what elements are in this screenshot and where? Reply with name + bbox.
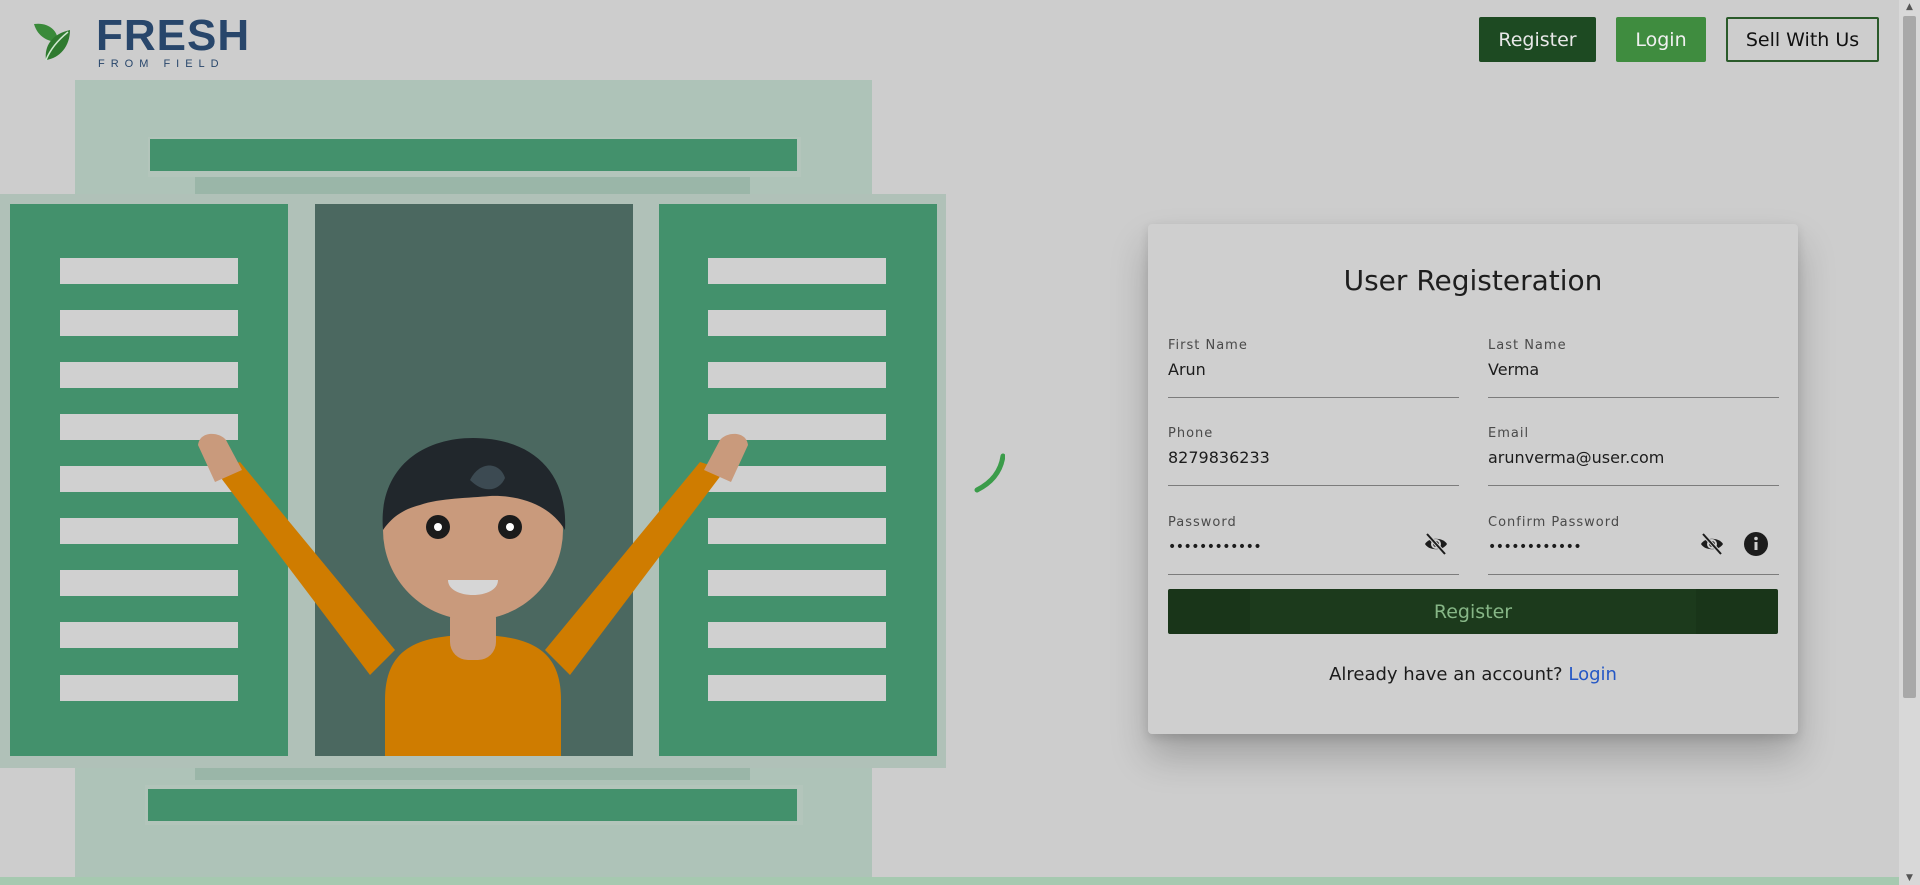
email-field[interactable]: Email arunverma@user.com bbox=[1488, 426, 1779, 486]
nav-register-button[interactable]: Register bbox=[1479, 17, 1596, 62]
bottom-strip bbox=[0, 877, 1899, 885]
form-title: User Registeration bbox=[1343, 264, 1603, 297]
last-name-label: Last Name bbox=[1488, 338, 1567, 353]
scrollbar-thumb[interactable] bbox=[1903, 16, 1916, 698]
brand-logo[interactable]: FRESH FROM FIELD bbox=[28, 14, 249, 70]
phone-input[interactable]: 8279836233 bbox=[1168, 448, 1270, 467]
nav-login-button[interactable]: Login bbox=[1616, 17, 1706, 62]
register-submit-label: Register bbox=[1433, 600, 1513, 623]
window-illustration bbox=[0, 80, 946, 885]
loading-spinner-icon bbox=[974, 453, 1005, 493]
email-input[interactable]: arunverma@user.com bbox=[1488, 448, 1664, 467]
leaf-icon bbox=[34, 23, 70, 61]
brand-name: FRESH bbox=[96, 11, 251, 60]
first-name-input[interactable]: Arun bbox=[1168, 360, 1206, 379]
nav-sell-button[interactable]: Sell With Us bbox=[1726, 17, 1879, 62]
password-field[interactable]: Password •••••••••••• bbox=[1168, 515, 1459, 575]
phone-field[interactable]: Phone 8279836233 bbox=[1168, 426, 1459, 486]
password-underline bbox=[1168, 574, 1459, 575]
email-underline bbox=[1488, 485, 1779, 486]
first-name-field[interactable]: First Name Arun bbox=[1168, 338, 1459, 398]
phone-label: Phone bbox=[1168, 426, 1214, 441]
login-prompt: Already have an account? Login bbox=[1148, 664, 1798, 685]
password-label: Password bbox=[1168, 515, 1237, 530]
phone-underline bbox=[1168, 485, 1459, 486]
brand-tagline: FROM FIELD bbox=[98, 58, 225, 70]
registration-card: User Registeration First Name Arun Last … bbox=[1148, 224, 1798, 734]
scroll-down-icon[interactable]: ▼ bbox=[1899, 871, 1920, 885]
password-input[interactable]: •••••••••••• bbox=[1168, 539, 1262, 555]
last-name-input[interactable]: Verma bbox=[1488, 360, 1539, 379]
last-name-underline bbox=[1488, 397, 1779, 398]
scroll-up-icon[interactable]: ▲ bbox=[1899, 0, 1920, 14]
first-name-label: First Name bbox=[1168, 338, 1248, 353]
login-link[interactable]: Login bbox=[1568, 664, 1617, 685]
register-submit-button[interactable]: Register bbox=[1168, 589, 1778, 634]
confirm-password-label: Confirm Password bbox=[1488, 515, 1621, 530]
last-name-field[interactable]: Last Name Verma bbox=[1488, 338, 1779, 398]
info-icon[interactable] bbox=[1743, 531, 1769, 557]
confirm-password-underline bbox=[1488, 574, 1779, 575]
first-name-underline bbox=[1168, 397, 1459, 398]
eye-off-icon[interactable] bbox=[1422, 530, 1450, 558]
login-prompt-text: Already have an account? bbox=[1329, 664, 1563, 685]
confirm-password-input[interactable]: •••••••••••• bbox=[1488, 539, 1582, 555]
eye-off-icon[interactable] bbox=[1698, 530, 1726, 558]
email-label: Email bbox=[1488, 426, 1530, 441]
confirm-password-field[interactable]: Confirm Password •••••••••••• bbox=[1488, 515, 1779, 575]
